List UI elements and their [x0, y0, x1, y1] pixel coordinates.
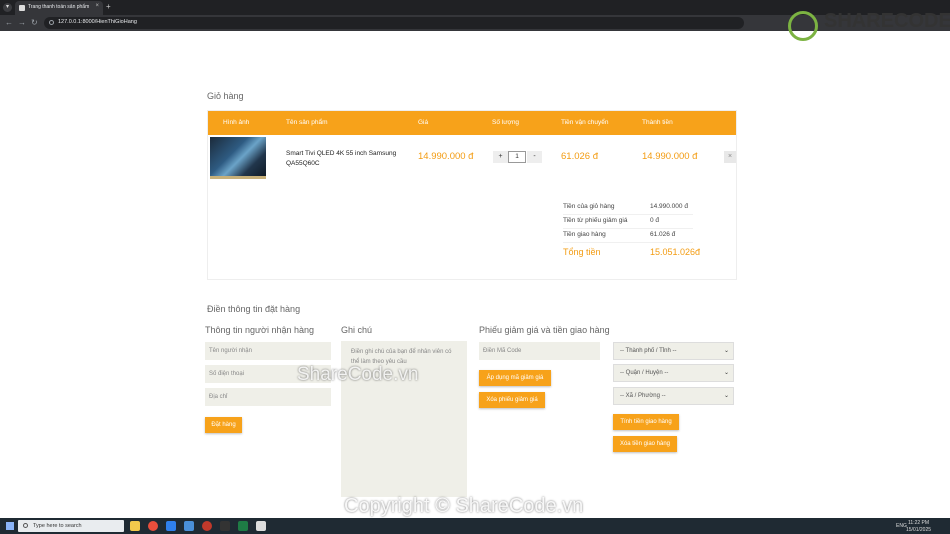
cart-table-header: Hình ảnh Tên sản phẩm Giá Số lượng Tiền … [208, 111, 736, 135]
ward-select-value: -- Xã / Phường -- [620, 393, 666, 399]
forward-icon[interactable]: → [18, 18, 26, 28]
terminal-icon[interactable] [220, 521, 230, 531]
note-heading: Ghi chú [341, 325, 373, 335]
excel-icon[interactable] [238, 521, 248, 531]
remove-voucher-button[interactable]: Xóa phiếu giảm giá [479, 392, 545, 408]
tab-title: Trang thanh toán sản phẩm [28, 4, 90, 10]
site-info-icon[interactable] [49, 20, 54, 25]
app-icon[interactable] [256, 521, 266, 531]
summary-divider [563, 228, 693, 229]
tab-close-icon[interactable]: × [95, 3, 99, 9]
ward-select[interactable]: -- Xã / Phường -- ⌄ [613, 387, 734, 405]
district-select-value: -- Quận / Huyện -- [620, 370, 669, 376]
cart-title: Giỏ hàng [207, 91, 244, 101]
vscode-icon[interactable] [166, 521, 176, 531]
voucher-heading: Phiếu giảm giá và tiền giao hàng [479, 325, 610, 335]
new-tab-button[interactable]: + [106, 2, 111, 11]
summary-shipping-value: 61.026 đ [650, 231, 676, 238]
recipient-heading: Thông tin người nhận hàng [205, 325, 315, 335]
taskbar-search-field[interactable]: Type here to search [18, 520, 124, 532]
column-header-quantity: Số lượng [492, 119, 520, 126]
clock-date[interactable]: 15/01/2025 [906, 527, 931, 533]
summary-voucher-value: 0 đ [650, 217, 660, 224]
chevron-down-icon: ⌄ [723, 348, 729, 354]
browser-tab[interactable]: Trang thanh toán sản phẩm × [15, 1, 103, 15]
cart-table: Hình ảnh Tên sản phẩm Giá Số lượng Tiền … [207, 110, 737, 280]
summary-shipping-label: Tiền giao hàng [563, 231, 606, 238]
chevron-down-icon: ⌄ [723, 393, 729, 399]
copyright-watermark: Copyright © ShareCode.vn [344, 495, 584, 517]
tv-image-icon [210, 137, 266, 179]
column-header-image: Hình ảnh [223, 119, 250, 126]
total-value: 15.051.026đ [650, 247, 701, 257]
file-explorer-icon[interactable] [130, 521, 140, 531]
summary-cart-value: 14.990.000 đ [650, 203, 688, 210]
apply-voucher-button[interactable]: Áp dụng mã giảm giá [479, 370, 551, 386]
summary-voucher-label: Tiền từ phiếu giảm giá [563, 217, 628, 224]
summary-divider [563, 242, 693, 243]
product-price: 14.990.000 đ [418, 151, 474, 162]
order-form-title: Điền thông tin đặt hàng [207, 304, 301, 314]
address-field[interactable]: Địa chỉ [205, 388, 331, 406]
search-icon [23, 523, 28, 528]
summary-divider [563, 214, 693, 215]
page-favicon-icon [19, 5, 25, 11]
app-icon[interactable] [184, 521, 194, 531]
column-header-shipping: Tiền vận chuyển [561, 119, 609, 126]
remove-shipping-button[interactable]: Xóa tiền giao hàng [613, 436, 677, 452]
back-icon[interactable]: ← [5, 18, 13, 28]
total-label: Tổng tiền [563, 247, 601, 257]
app-icon[interactable] [202, 521, 212, 531]
quantity-increase-button[interactable]: + [493, 151, 508, 163]
sharecode-logo: SHARECODE.vn [824, 10, 950, 32]
quantity-input[interactable]: 1 [508, 151, 526, 163]
city-select[interactable]: -- Thành phố / Tỉnh -- ⌄ [613, 342, 734, 360]
url-text: 127.0.0.1:8000/HienThiGioHang [58, 19, 137, 25]
watermark-text: ShareCode.vn [297, 364, 419, 385]
place-order-button[interactable]: Đặt hàng [205, 417, 242, 433]
chevron-down-icon: ⌄ [723, 370, 729, 376]
clock-time[interactable]: 11:22 PM [908, 520, 929, 526]
quantity-decrease-button[interactable]: - [527, 151, 542, 163]
url-field[interactable]: 127.0.0.1:8000/HienThiGioHang [44, 17, 744, 29]
tab-search-menu[interactable]: ▾ [3, 3, 12, 12]
line-subtotal: 14.990.000 đ [642, 151, 698, 162]
column-header-product-name: Tên sản phẩm [286, 119, 328, 126]
voucher-code-field[interactable]: Điền Mã Code [479, 342, 600, 360]
windows-start-icon[interactable] [6, 522, 14, 530]
summary-cart-label: Tiền của giỏ hàng [563, 203, 615, 210]
reload-icon[interactable]: ↻ [31, 18, 38, 28]
taskbar: Type here to search ENG 11:22 PM 15/01/2… [0, 518, 950, 534]
district-select[interactable]: -- Quận / Huyện -- ⌄ [613, 364, 734, 382]
column-header-subtotal: Thành tiền [642, 119, 673, 126]
recipient-name-field[interactable]: Tên người nhận [205, 342, 331, 360]
taskbar-search-placeholder: Type here to search [33, 523, 82, 529]
city-select-value: -- Thành phố / Tỉnh -- [620, 348, 677, 354]
chrome-icon[interactable] [148, 521, 158, 531]
shipping-fee: 61.026 đ [561, 151, 598, 162]
product-name: Smart Tivi QLED 4K 55 inch Samsung QA55Q… [286, 150, 397, 167]
remove-item-button[interactable]: × [724, 151, 736, 163]
calculate-shipping-button[interactable]: Tính tiền giao hàng [613, 414, 679, 430]
column-header-price: Giá [418, 119, 429, 126]
